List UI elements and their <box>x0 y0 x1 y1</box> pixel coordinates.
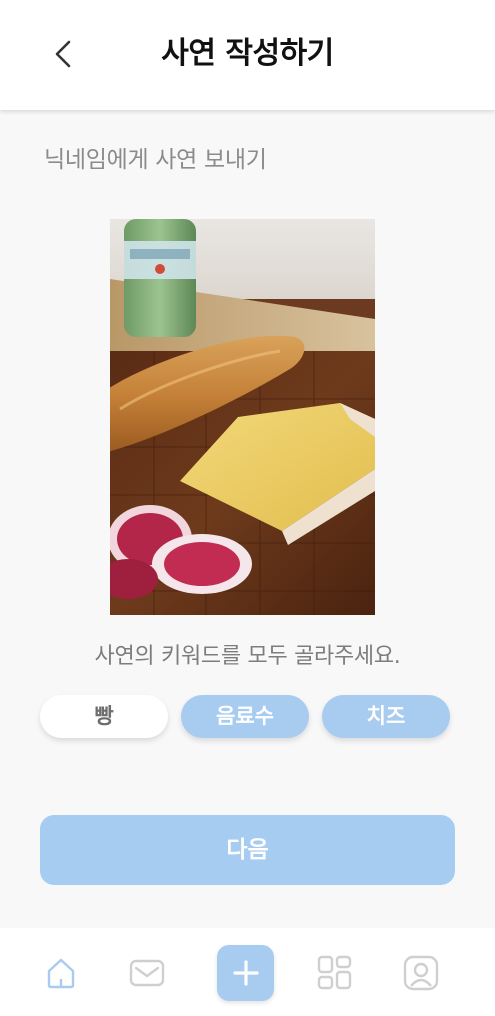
app-screen: 사연 작성하기 닉네임에게 사연 보내기 사연의 키워드를 모두 골라주세요. … <box>0 0 495 1016</box>
top-bar: 사연 작성하기 <box>0 0 495 110</box>
nav-grid[interactable] <box>306 944 364 1002</box>
page-title: 사연 작성하기 <box>161 36 334 71</box>
nav-profile[interactable] <box>392 944 450 1002</box>
profile-icon <box>403 955 439 991</box>
plus-icon <box>232 960 259 986</box>
grid-icon <box>317 955 352 990</box>
mail-icon <box>129 959 165 987</box>
keyword-chip-cheese[interactable]: 치즈 <box>322 695 450 738</box>
nav-add-button[interactable] <box>217 945 274 1001</box>
nav-mail[interactable] <box>118 944 176 1002</box>
keyword-chip-beverage[interactable]: 음료수 <box>181 695 309 738</box>
bottom-nav <box>0 928 495 1016</box>
next-button[interactable]: 다음 <box>40 815 455 885</box>
nav-home[interactable] <box>32 944 90 1002</box>
story-photo <box>110 219 375 615</box>
recipient-subtitle: 닉네임에게 사연 보내기 <box>44 147 267 173</box>
keyword-chip-bread[interactable]: 빵 <box>40 695 168 738</box>
home-icon <box>47 958 75 989</box>
keyword-instruction: 사연의 키워드를 모두 골라주세요. <box>94 644 401 669</box>
